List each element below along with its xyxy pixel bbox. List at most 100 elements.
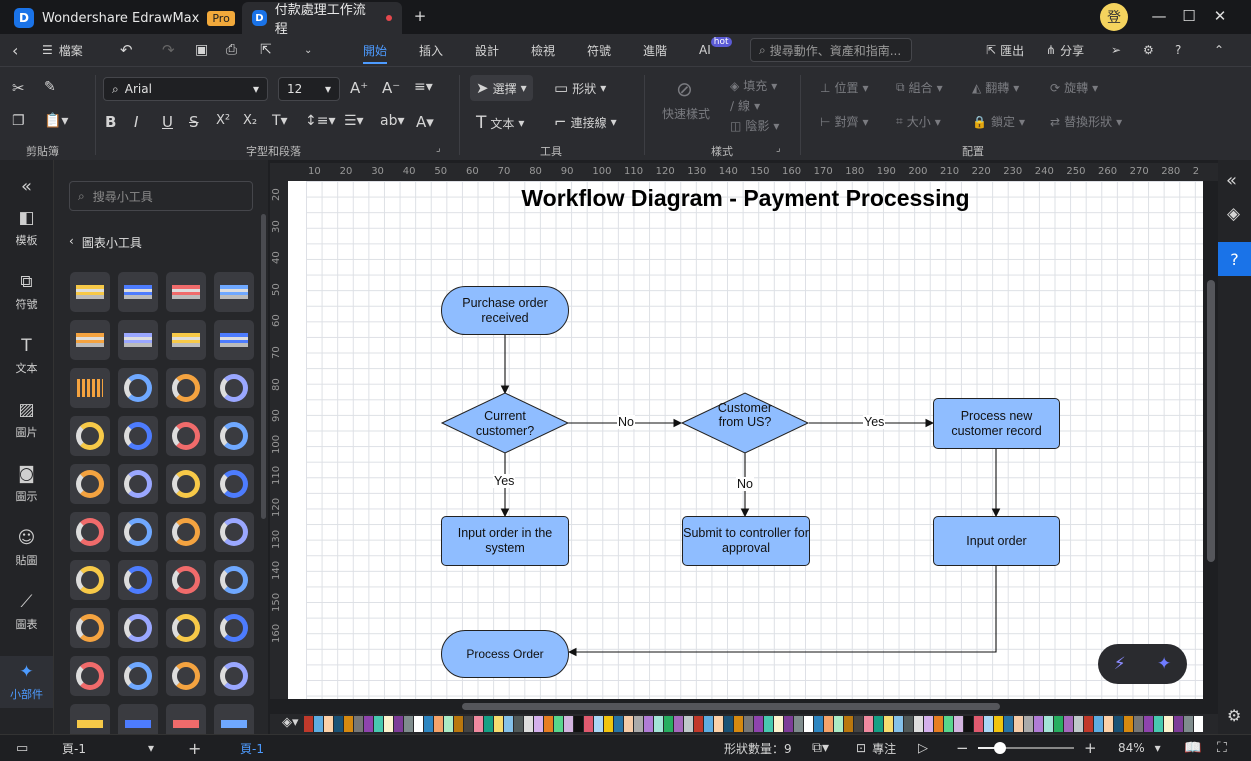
color-swatch[interactable] [794, 716, 803, 732]
color-swatch[interactable] [674, 716, 683, 732]
sparkle-icon[interactable]: ✦ [1157, 654, 1171, 674]
color-swatch[interactable] [654, 716, 663, 732]
color-swatch[interactable] [644, 716, 653, 732]
sidebar-item-icon[interactable]: ◙ 圖示 [0, 464, 53, 504]
color-swatch[interactable] [574, 716, 583, 732]
sidebar-item-chart[interactable]: ⟋ 圖表 [0, 592, 53, 632]
app-tab[interactable]: D Wondershare EdrawMax Pro [4, 2, 245, 34]
strikethrough-icon[interactable]: S [189, 113, 199, 131]
zoom-slider[interactable] [978, 742, 1074, 754]
color-swatch[interactable] [1054, 716, 1063, 732]
focus-mode-button[interactable]: ⊡ 專注 [856, 735, 896, 761]
color-swatch[interactable] [304, 716, 313, 732]
color-swatch[interactable] [434, 716, 443, 732]
process-new-customer[interactable]: Process new customer record [933, 398, 1060, 449]
paste-icon[interactable]: 📋▾ [44, 113, 68, 129]
color-swatch[interactable] [1094, 716, 1103, 732]
group-button[interactable]: ⧉ 組合 ▾ [896, 79, 943, 96]
save-icon[interactable]: ▣ [195, 34, 208, 66]
color-swatch[interactable] [424, 716, 433, 732]
color-swatch[interactable] [774, 716, 783, 732]
text-case-icon[interactable]: T▾ [272, 113, 288, 129]
color-swatch[interactable] [824, 716, 833, 732]
highlight-icon[interactable]: ab▾ [380, 113, 405, 129]
widget-thumbnail[interactable] [166, 512, 206, 552]
add-page-icon[interactable]: + [188, 735, 201, 761]
widget-thumbnail[interactable] [166, 656, 206, 696]
color-swatch[interactable] [564, 716, 573, 732]
align-icon[interactable]: ≡▾ [414, 79, 433, 95]
color-swatch[interactable] [1024, 716, 1033, 732]
widget-thumbnail[interactable] [214, 608, 254, 648]
export-small-icon[interactable]: ⇱ [260, 34, 272, 66]
tab-symbol[interactable]: 符號 [587, 34, 611, 66]
color-swatch[interactable] [1034, 716, 1043, 732]
font-size-select[interactable]: 12 ▾ [278, 77, 340, 101]
style-dialog-icon[interactable]: ⌟ [776, 143, 781, 154]
widget-thumbnail[interactable] [70, 464, 110, 504]
process-input-system[interactable]: Input order in the system [441, 516, 569, 566]
widget-thumbnail[interactable] [70, 272, 110, 312]
color-swatch[interactable] [404, 716, 413, 732]
send-icon[interactable]: ➢ [1111, 34, 1121, 66]
color-swatch[interactable] [354, 716, 363, 732]
connector-tool[interactable]: ⌐ 連接線 ▾ [554, 113, 617, 131]
color-swatch[interactable] [714, 716, 723, 732]
color-swatch[interactable] [704, 716, 713, 732]
color-swatch[interactable] [1104, 716, 1113, 732]
widget-thumbnail[interactable] [214, 368, 254, 408]
color-swatch[interactable] [864, 716, 873, 732]
color-swatch[interactable] [744, 716, 753, 732]
widget-thumbnail[interactable] [214, 464, 254, 504]
zoom-slider-handle[interactable] [994, 742, 1006, 754]
color-swatch[interactable] [784, 716, 793, 732]
collapse-ribbon-icon[interactable]: ⌃ [1214, 34, 1224, 66]
color-swatch[interactable] [624, 716, 633, 732]
color-swatch[interactable] [1014, 716, 1023, 732]
help-icon[interactable]: ? [1175, 34, 1181, 66]
color-swatch[interactable] [954, 716, 963, 732]
widget-thumbnail[interactable] [70, 320, 110, 360]
cut-icon[interactable]: ✂ [12, 79, 25, 97]
redo-icon[interactable]: ↷ [162, 34, 175, 66]
color-swatch[interactable] [1004, 716, 1013, 732]
align-button[interactable]: ⊢ 對齊 ▾ [820, 113, 869, 130]
line-button[interactable]: ∕ 線 ▾ [730, 97, 760, 114]
widget-thumbnail[interactable] [70, 656, 110, 696]
widget-thumbnail[interactable] [166, 608, 206, 648]
fill-picker-icon[interactable]: ◈▾ [282, 715, 299, 730]
font-color-icon[interactable]: A▾ [416, 113, 434, 131]
canvas-vscrollbar[interactable] [1207, 280, 1215, 562]
font-dialog-icon[interactable]: ⌟ [436, 143, 441, 154]
color-swatch[interactable] [494, 716, 503, 732]
widget-thumbnail[interactable] [214, 320, 254, 360]
color-swatch[interactable] [754, 716, 763, 732]
widget-thumbnail[interactable] [118, 608, 158, 648]
zoom-out-icon[interactable]: − [956, 735, 969, 761]
color-swatch[interactable] [534, 716, 543, 732]
color-swatch[interactable] [934, 716, 943, 732]
color-swatch[interactable] [894, 716, 903, 732]
file-menu[interactable]: ☰ 檔案 [42, 34, 83, 66]
position-button[interactable]: ⊥ 位置 ▾ [820, 79, 869, 96]
widget-thumbnail[interactable] [118, 416, 158, 456]
color-swatch[interactable] [834, 716, 843, 732]
print-icon[interactable]: ⎙ [226, 34, 237, 66]
widget-thumbnail[interactable] [118, 272, 158, 312]
sidebar-item-image[interactable]: ▨ 圖片 [0, 400, 53, 440]
color-swatch[interactable] [804, 716, 813, 732]
tab-design[interactable]: 設計 [475, 34, 499, 66]
color-swatch[interactable] [994, 716, 1003, 732]
widget-thumbnail[interactable] [70, 608, 110, 648]
fill-button[interactable]: ◈ 填充 ▾ [730, 77, 777, 94]
process-input-order[interactable]: Input order [933, 516, 1060, 566]
terminator-process-order[interactable]: Process Order [441, 630, 569, 678]
color-swatch[interactable] [1184, 716, 1193, 732]
widget-thumbnail[interactable] [118, 656, 158, 696]
color-swatch[interactable] [974, 716, 983, 732]
color-swatch[interactable] [844, 716, 853, 732]
canvas-hscrollbar[interactable] [462, 703, 1000, 710]
widget-thumbnail[interactable] [214, 560, 254, 600]
color-swatch[interactable] [664, 716, 673, 732]
color-swatch[interactable] [324, 716, 333, 732]
